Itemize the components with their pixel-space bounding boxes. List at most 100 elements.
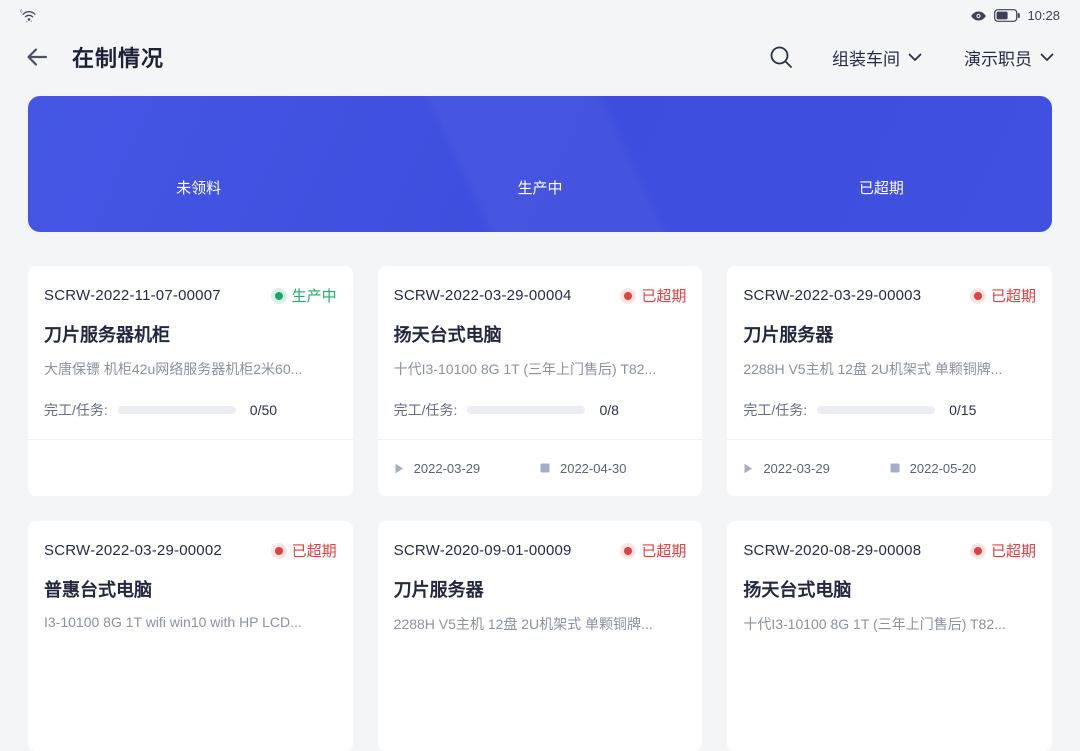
status-label: 已超期 [292,540,337,561]
stop-square-icon [540,463,550,473]
product-title: 普惠台式电脑 [28,576,353,602]
card-footer [378,683,703,739]
progress-label: 完工/任务: [44,400,108,420]
play-triangle-icon [394,463,404,474]
end-date: 2022-05-20 [910,461,977,476]
status-badge: 已超期 [970,285,1036,306]
page-title: 在制情况 [72,41,164,73]
progress-bar [467,406,585,414]
product-title: 刀片服务器机柜 [28,321,353,347]
start-date-item: 2022-03-29 [743,461,889,476]
status-bar: 6 10:28 [0,0,1080,26]
progress-row: 完工/任务: 0/15 [727,400,1052,420]
end-date: 2022-04-30 [560,461,627,476]
status-dot-icon [275,292,283,300]
chevron-down-icon [908,53,922,62]
progress-row: 完工/任务: 0/50 [28,400,353,420]
status-badge: 已超期 [271,540,337,561]
work-order-card[interactable]: SCRW-2020-08-29-00008 已超期 扬天台式电脑 十代I3-10… [727,521,1052,751]
card-footer: 2022-03-29 2022-04-30 [378,440,703,496]
start-date-item [743,706,889,717]
status-label: 已超期 [641,285,686,306]
status-label: 已超期 [991,540,1036,561]
status-dot-icon [624,547,632,555]
tab-not-picked[interactable]: 未领料 [28,177,369,198]
status-label: 生产中 [292,285,337,306]
card-footer [28,679,353,735]
svg-text:6: 6 [20,8,23,13]
tab-in-production[interactable]: 生产中 [369,177,710,198]
progress-label: 完工/任务: [394,400,458,420]
progress-bar [118,406,236,414]
work-order-card[interactable]: SCRW-2022-03-29-00002 已超期 普惠台式电脑 I3-1010… [28,521,353,751]
page-header: 在制情况 组装车间 演示职员 [0,26,1080,80]
order-number: SCRW-2022-03-29-00002 [44,542,222,559]
product-description: 十代I3-10100 8G 1T (三年上门售后) T82... [727,614,1052,634]
play-triangle-icon [743,463,753,474]
start-date-item [44,463,190,474]
progress-row: 完工/任务: 0/8 [378,400,703,420]
end-date-item: 2022-05-20 [890,461,1036,476]
card-footer [28,440,353,496]
order-number: SCRW-2022-11-07-00007 [44,287,221,304]
work-order-card[interactable]: SCRW-2022-03-29-00003 已超期 刀片服务器 2288H V5… [727,266,1052,496]
progress-value: 0/15 [949,402,976,418]
order-number: SCRW-2022-03-29-00004 [394,287,572,304]
status-dot-icon [624,292,632,300]
product-title: 刀片服务器 [727,321,1052,347]
product-title: 扬天台式电脑 [378,321,703,347]
workshop-selector[interactable]: 组装车间 [832,45,922,70]
product-description: I3-10100 8G 1T wifi win10 with HP LCD... [28,614,353,630]
end-date-item [190,702,336,712]
product-description: 2288H V5主机 12盘 2U机架式 单颗铜牌... [378,614,703,634]
product-title: 扬天台式电脑 [727,576,1052,602]
status-badge: 已超期 [970,540,1036,561]
order-number: SCRW-2020-09-01-00009 [394,542,572,559]
progress-value: 0/50 [250,402,277,418]
clock-time: 10:28 [1027,8,1060,23]
status-dot-icon [275,547,283,555]
start-date: 2022-03-29 [763,461,830,476]
progress-bar [817,406,935,414]
product-description: 大唐保镖 机柜42u网络服务器机柜2米60... [28,359,353,379]
status-badge: 已超期 [620,285,686,306]
start-date: 2022-03-29 [414,461,481,476]
eye-icon [970,10,987,22]
stop-square-icon [890,463,900,473]
product-description: 2288H V5主机 12盘 2U机架式 单颗铜牌... [727,359,1052,379]
battery-icon [994,9,1020,22]
card-footer [727,683,1052,739]
summary-banner: 未领料 生产中 已超期 [28,96,1052,232]
status-dot-icon [974,292,982,300]
order-number: SCRW-2022-03-29-00003 [743,287,921,304]
user-selector-label: 演示职员 [964,45,1032,70]
start-date-item: 2022-03-29 [394,461,540,476]
start-date-item [394,706,540,717]
workshop-selector-label: 组装车间 [832,45,900,70]
chevron-down-icon [1040,53,1054,62]
tab-overdue[interactable]: 已超期 [711,177,1052,198]
work-order-card[interactable]: SCRW-2020-09-01-00009 已超期 刀片服务器 2288H V5… [378,521,703,751]
progress-value: 0/8 [599,402,618,418]
end-date-item [540,706,686,716]
order-number: SCRW-2020-08-29-00008 [743,542,921,559]
work-order-card[interactable]: SCRW-2022-03-29-00004 已超期 扬天台式电脑 十代I3-10… [378,266,703,496]
end-date-item [890,706,1036,716]
product-title: 刀片服务器 [378,576,703,602]
wifi-icon: 6 [20,8,38,24]
end-date-item [190,463,336,473]
status-label: 已超期 [641,540,686,561]
status-badge: 已超期 [620,540,686,561]
end-date-item: 2022-04-30 [540,461,686,476]
card-footer: 2022-03-29 2022-05-20 [727,440,1052,496]
progress-label: 完工/任务: [743,400,807,420]
search-icon[interactable] [768,44,794,70]
status-badge: 生产中 [271,285,337,306]
product-description: 十代I3-10100 8G 1T (三年上门售后) T82... [378,359,703,379]
status-label: 已超期 [991,285,1036,306]
work-order-list: SCRW-2022-11-07-00007 生产中 刀片服务器机柜 大唐保镖 机… [28,266,1052,751]
back-button[interactable] [24,45,50,69]
start-date-item [44,702,190,713]
work-order-card[interactable]: SCRW-2022-11-07-00007 生产中 刀片服务器机柜 大唐保镖 机… [28,266,353,496]
user-selector[interactable]: 演示职员 [964,45,1054,70]
